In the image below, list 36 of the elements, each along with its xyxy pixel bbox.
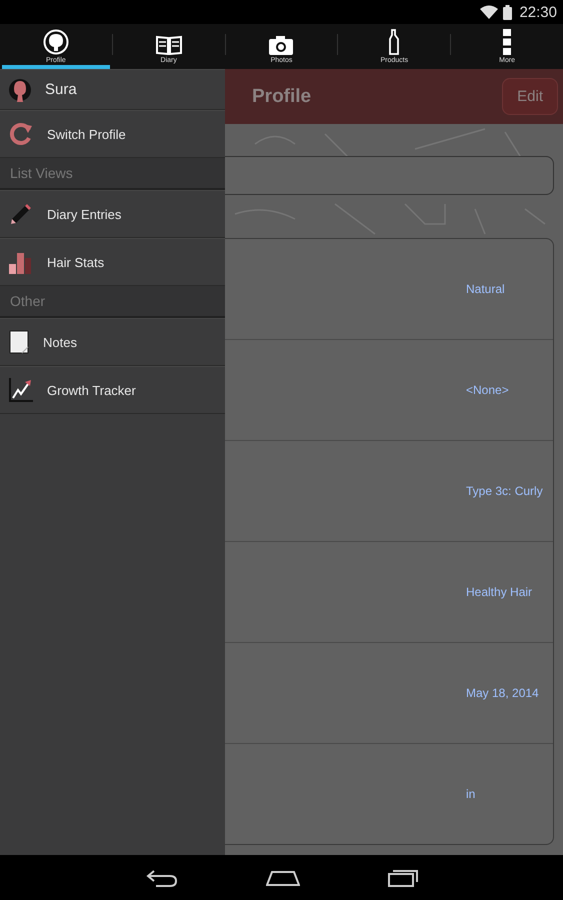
person-icon — [42, 29, 69, 55]
status-time: 22:30 — [519, 4, 557, 20]
book-icon — [156, 35, 182, 55]
field-value: Natural — [466, 282, 505, 296]
more-icon — [503, 29, 512, 55]
battery-icon — [503, 4, 512, 20]
drawer-label: Sura — [45, 81, 77, 98]
drawer-item[interactable]: Growth Tracker — [0, 366, 225, 414]
field-value: Type 3c: Curly — [466, 484, 543, 498]
growth-chart-icon — [9, 378, 33, 402]
drawer-label: Growth Tracker — [47, 382, 136, 398]
camera-icon — [269, 35, 294, 55]
page-title: Profile — [252, 86, 312, 108]
section-header: Other — [0, 286, 225, 318]
drawer-label: Notes — [43, 334, 77, 350]
drawer-label: Diary Entries — [47, 206, 122, 222]
avatar-icon — [9, 78, 31, 102]
drawer-item[interactable]: Sura — [0, 69, 225, 110]
home-icon[interactable] — [266, 870, 300, 886]
back-icon[interactable] — [146, 868, 178, 886]
field-value: <None> — [466, 383, 509, 397]
field-value: Healthy Hair — [466, 585, 532, 599]
wifi-icon — [480, 5, 498, 19]
refresh-icon — [9, 122, 33, 146]
bar-chart-icon — [9, 250, 33, 274]
drawer-item[interactable]: Notes — [0, 318, 225, 366]
recent-apps-icon[interactable] — [388, 868, 418, 886]
drawer-label: Switch Profile — [47, 126, 126, 142]
field-value: in — [466, 787, 476, 801]
drawer-label: Hair Stats — [47, 254, 104, 270]
pencil-icon — [9, 202, 33, 226]
section-header: List Views — [0, 158, 225, 190]
note-icon — [9, 330, 29, 354]
bottle-icon — [388, 29, 400, 55]
drawer-item[interactable]: Diary Entries — [0, 190, 225, 238]
field-value: May 18, 2014 — [466, 686, 539, 700]
